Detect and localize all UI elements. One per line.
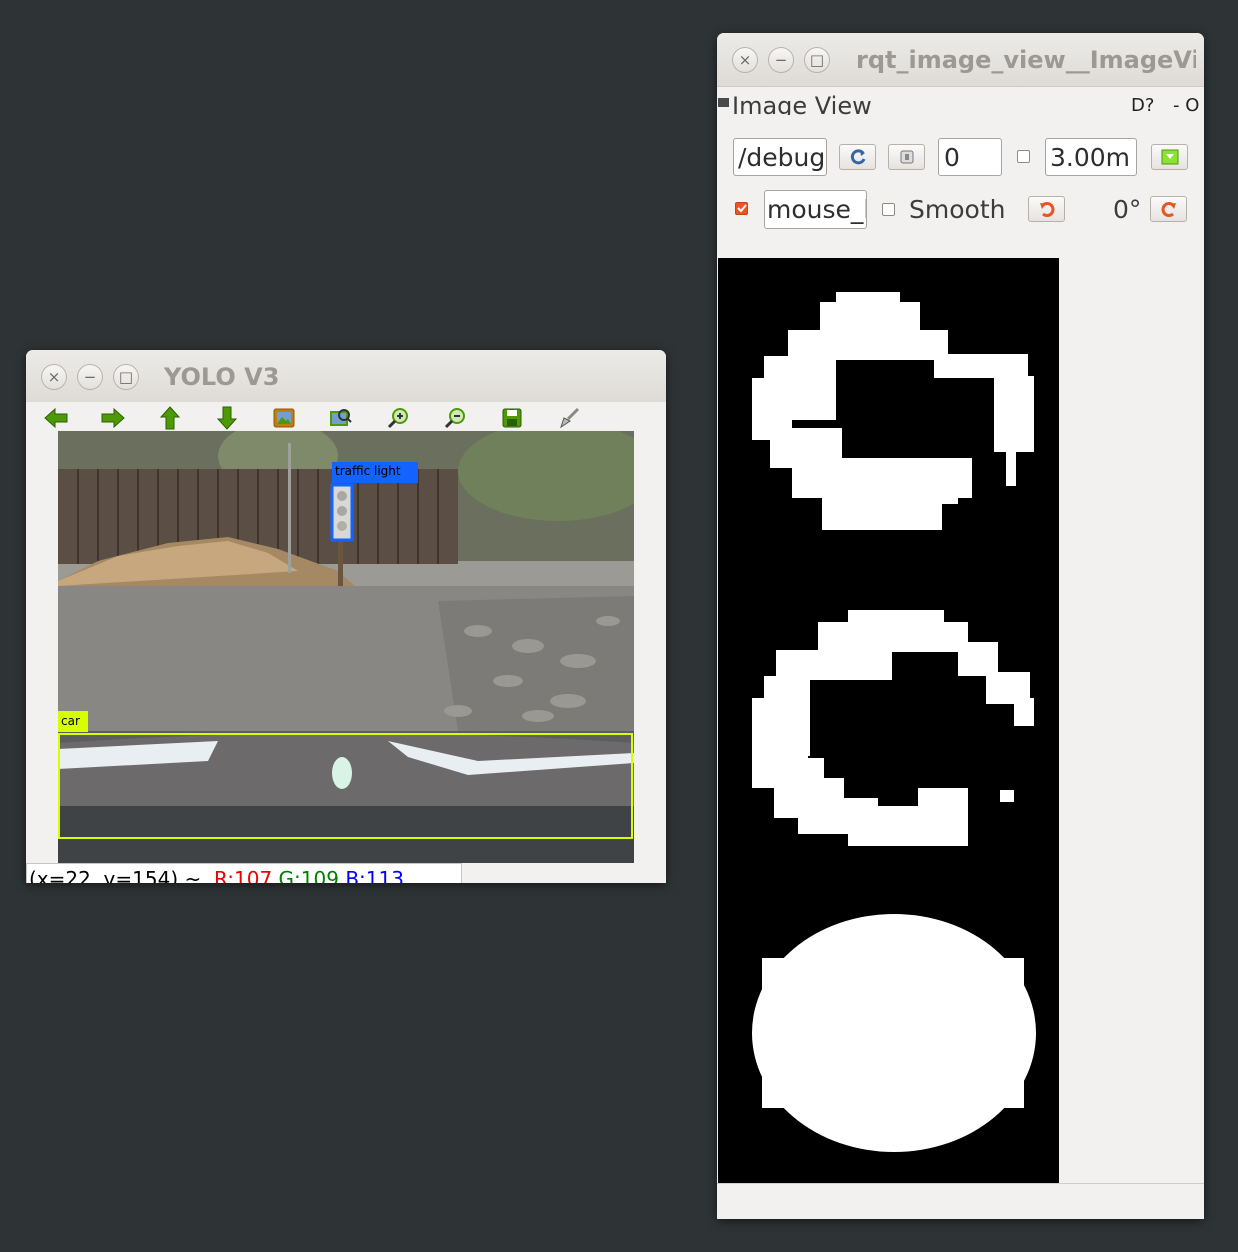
timeout-spinbox[interactable]: 3.00m bbox=[1045, 138, 1137, 176]
smooth-checkbox[interactable] bbox=[882, 203, 895, 216]
maximize-button[interactable]: □ bbox=[804, 47, 830, 73]
num-gridlines-value: 0 bbox=[944, 143, 960, 172]
topic-select[interactable]: /debug bbox=[733, 138, 827, 176]
car-label: car bbox=[61, 714, 80, 728]
down-arrow-icon[interactable] bbox=[213, 405, 241, 431]
yolo-window: × − □ YOLO V3 traffic light car (x=22, y… bbox=[26, 350, 666, 883]
topic-value: /debug bbox=[738, 143, 826, 172]
minimize-button[interactable]: − bbox=[77, 364, 103, 390]
yolo-titlebar[interactable]: × − □ YOLO V3 bbox=[26, 350, 666, 403]
dock-handle-icon[interactable] bbox=[718, 98, 729, 107]
timeout-value: 3.00m bbox=[1050, 143, 1131, 172]
back-arrow-icon[interactable] bbox=[42, 405, 70, 431]
rqt-titlebar[interactable]: × − □ rqt_image_view__ImageView bbox=[717, 33, 1204, 87]
debug-mask-image[interactable] bbox=[718, 258, 1059, 1183]
rotate-left-icon bbox=[1039, 202, 1054, 217]
refresh-icon bbox=[850, 149, 865, 165]
refresh-button[interactable] bbox=[839, 144, 876, 170]
num-gridlines-spinbox[interactable]: 0 bbox=[938, 138, 1002, 176]
rotate-right-icon bbox=[1161, 202, 1176, 217]
smooth-label: Smooth bbox=[909, 195, 1006, 224]
timeout-checkbox[interactable] bbox=[1017, 150, 1030, 163]
dock-close-buttons[interactable]: - O bbox=[1173, 95, 1199, 115]
minimize-button[interactable]: − bbox=[768, 47, 794, 73]
red-value: R:107 bbox=[213, 867, 273, 883]
mouse-topic-input[interactable]: mouse_left bbox=[764, 190, 867, 229]
image-icon[interactable] bbox=[270, 405, 298, 431]
status-divider bbox=[717, 1183, 1204, 1184]
pause-button[interactable] bbox=[888, 144, 925, 170]
forward-arrow-icon[interactable] bbox=[99, 405, 127, 431]
close-button[interactable]: × bbox=[732, 47, 758, 73]
dock-header: Image View D? - O bbox=[717, 87, 1204, 115]
pixel-status-bar: (x=22, y=154) ~ R:107 G:109 B:113 bbox=[26, 863, 462, 883]
zoom-out-icon[interactable] bbox=[441, 405, 469, 431]
window-title: rqt_image_view__ImageView bbox=[856, 46, 1196, 74]
close-button[interactable]: × bbox=[41, 364, 67, 390]
pause-icon bbox=[900, 150, 913, 164]
rotate-left-button[interactable] bbox=[1028, 196, 1065, 222]
save-image-icon bbox=[1161, 149, 1178, 165]
rqt-image-view-window: × − □ rqt_image_view__ImageView Image Vi… bbox=[717, 33, 1204, 1219]
rotation-label: 0° bbox=[1113, 195, 1142, 224]
window-title: YOLO V3 bbox=[164, 363, 280, 391]
camera-image[interactable]: traffic light car bbox=[58, 431, 634, 863]
zoom-fit-icon[interactable] bbox=[327, 405, 355, 431]
up-arrow-icon[interactable] bbox=[156, 405, 184, 431]
toolbar bbox=[26, 402, 666, 432]
coords-text: (x=22, y=154) ~ bbox=[29, 867, 202, 883]
dock-title: Image View bbox=[732, 92, 872, 115]
dock-help-buttons[interactable]: D? bbox=[1131, 95, 1154, 115]
brush-icon[interactable] bbox=[555, 405, 583, 431]
maximize-button[interactable]: □ bbox=[113, 364, 139, 390]
mouse-topic-value: mouse_left bbox=[767, 195, 866, 224]
green-value: G:109 bbox=[278, 867, 339, 883]
save-icon[interactable] bbox=[498, 405, 526, 431]
mouse-publish-checkbox[interactable] bbox=[735, 202, 748, 215]
save-image-button[interactable] bbox=[1151, 144, 1188, 170]
rotate-right-button[interactable] bbox=[1150, 196, 1187, 222]
traffic-light-label: traffic light bbox=[335, 464, 401, 478]
blue-value: B:113 bbox=[345, 867, 404, 883]
zoom-in-icon[interactable] bbox=[384, 405, 412, 431]
